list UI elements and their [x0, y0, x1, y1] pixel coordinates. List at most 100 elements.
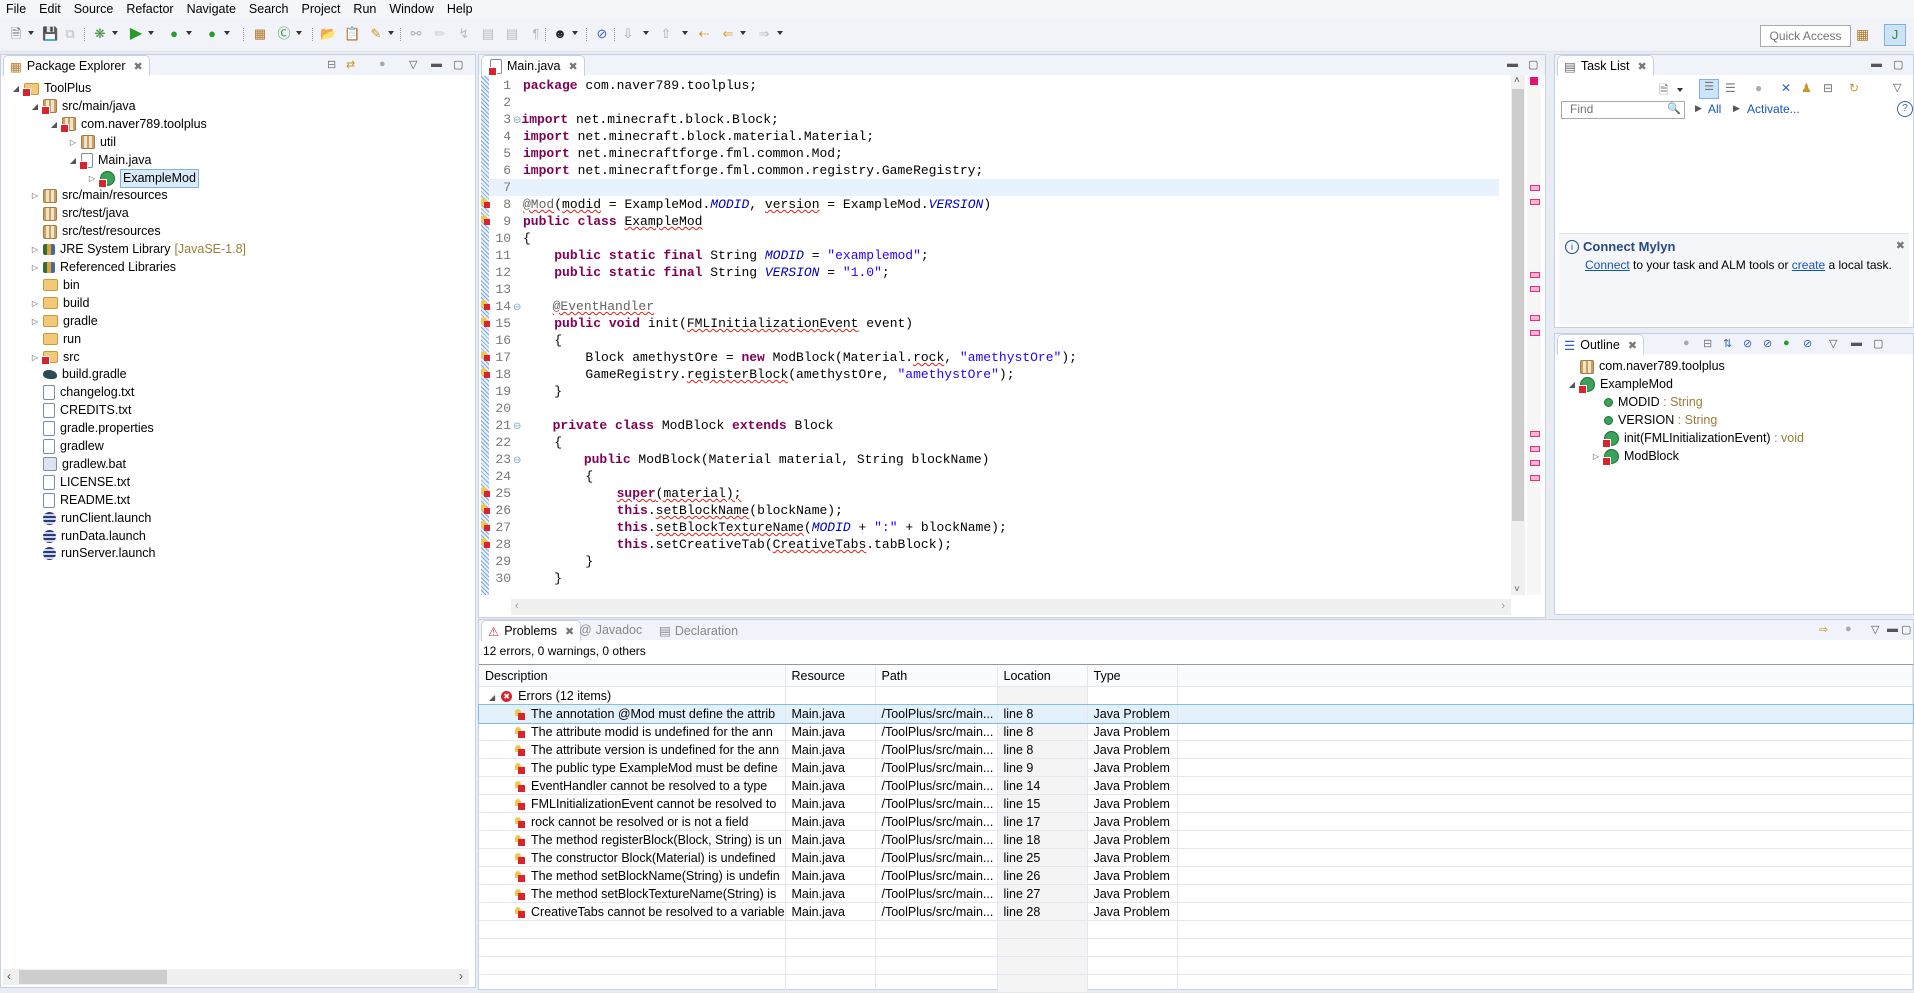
outline-item[interactable]: init(FMLInitializationEvent) : void — [1591, 430, 1804, 448]
problem-row[interactable]: CreativeTabs cannot be resolved to a var… — [479, 902, 1913, 921]
problem-row[interactable]: The annotation @Mod must define the attr… — [478, 703, 1914, 724]
horizontal-scrollbar[interactable]: ‹ › — [511, 599, 1511, 615]
overview-error-marker[interactable] — [1530, 330, 1540, 336]
error-summary-icon[interactable] — [1530, 77, 1538, 85]
tab-declaration[interactable]: ▤ Declaration — [659, 623, 738, 638]
all-link[interactable]: All — [1708, 102, 1721, 116]
menu-edit[interactable]: Edit — [33, 2, 68, 16]
tree-item[interactable]: ▷ JRE System Library [JavaSE-1.8] — [30, 241, 246, 258]
find-field[interactable]: 🔍 — [1561, 101, 1685, 119]
menu-window[interactable]: Window — [383, 2, 440, 16]
tree-item[interactable]: run — [30, 331, 81, 348]
synchronize-icon[interactable]: ↻ — [1849, 81, 1859, 95]
error-marker-icon[interactable] — [481, 368, 490, 379]
toggle-breadcrumb-icon[interactable]: ⚯ — [408, 26, 424, 42]
categorized-icon[interactable]: ☰ — [1699, 79, 1719, 99]
error-marker-icon[interactable] — [481, 215, 490, 226]
coverage-dropdown[interactable] — [186, 31, 192, 35]
tree-item[interactable]: src/test/resources — [30, 223, 161, 240]
outline-item[interactable]: ◢ ExampleMod — [1567, 376, 1673, 394]
tree-item[interactable]: runServer.launch — [30, 545, 156, 562]
search-icon[interactable]: ✎ — [368, 26, 384, 42]
tree-item[interactable]: ▷ src/main/resources — [30, 187, 168, 204]
focus-icon[interactable]: ● — [1755, 81, 1762, 95]
code-line[interactable]: 21 ⊖ private class ModBlock extends Block — [489, 417, 1499, 434]
tree-item[interactable]: changelog.txt — [30, 384, 134, 401]
tree-item[interactable]: ▷ gradle — [30, 313, 98, 330]
outline-item[interactable]: MODID : String — [1591, 394, 1703, 411]
save-icon[interactable]: 💾 — [42, 26, 58, 42]
minimize-icon[interactable]: ▬ — [1871, 58, 1882, 70]
external-tools-icon[interactable]: ● — [204, 26, 220, 42]
minimize-icon[interactable]: ▬ — [431, 58, 442, 70]
column-header-type[interactable]: Type — [1087, 665, 1178, 687]
tab-package-explorer[interactable]: ▦ Package Explorer ✖ — [3, 55, 150, 76]
view-menu-icon[interactable]: ▽ — [409, 58, 417, 71]
code-line[interactable]: 25 super(material); — [481, 485, 1499, 502]
new-package-icon[interactable]: ▦ — [252, 26, 268, 42]
error-group-row[interactable]: ◢ ✖ Errors (12 items) — [479, 686, 1913, 705]
hide-local-types-icon[interactable]: ⊘ — [1803, 337, 1812, 350]
show-my-tasks-icon[interactable]: ♟ — [1801, 81, 1812, 95]
quick-access-input[interactable] — [1760, 25, 1851, 47]
new-task-dropdown[interactable] — [1677, 88, 1683, 92]
menu-file[interactable]: File — [0, 2, 33, 16]
code-line[interactable]: 5 import net.minecraftforge.fml.common.Mo… — [489, 145, 1499, 162]
expand-arrow-icon[interactable]: ▷ — [87, 170, 97, 187]
expand-arrow-icon[interactable]: ▷ — [30, 187, 40, 204]
menu-navigate[interactable]: Navigate — [181, 2, 243, 16]
code-line[interactable]: 30 } — [489, 570, 1499, 587]
next-annotation-icon[interactable]: ⇩ — [620, 26, 636, 42]
toggle-block-icon[interactable]: ↯ — [456, 26, 472, 42]
scroll-thumb[interactable] — [19, 970, 167, 984]
tree-item[interactable]: gradlew.bat — [30, 456, 126, 473]
overview-error-marker[interactable] — [1530, 315, 1540, 321]
code-line[interactable]: 17 Block amethystOre = new ModBlock(Mate… — [481, 349, 1499, 366]
error-marker-icon[interactable] — [481, 521, 490, 532]
scroll-up-icon[interactable]: ˄ — [1514, 75, 1520, 86]
code-line[interactable]: 28 this.setCreativeTab(CreativeTabs.tabB… — [481, 536, 1499, 553]
tree-item[interactable]: gradle.properties — [30, 420, 154, 437]
skip-breakpoints-icon[interactable]: ⊘ — [594, 26, 610, 42]
outline-item[interactable]: ▷ ModBlock — [1591, 448, 1679, 466]
error-marker-icon[interactable] — [481, 300, 490, 311]
maximize-icon[interactable]: ▢ — [1528, 58, 1538, 71]
avatar-icon[interactable]: ☻ — [552, 26, 568, 42]
sort-icon[interactable]: ⇅ — [1723, 337, 1732, 350]
close-icon[interactable]: ✖ — [1628, 339, 1637, 352]
prev-annotation-icon[interactable]: ⇧ — [658, 26, 674, 42]
maximize-icon[interactable]: ▢ — [1893, 58, 1903, 71]
code-line[interactable]: 10 { — [489, 230, 1499, 247]
focus-icon[interactable]: ● — [379, 58, 386, 70]
menu-help[interactable]: Help — [441, 2, 480, 16]
column-header-description[interactable]: Description — [479, 665, 786, 687]
column-header-location[interactable]: Location — [997, 665, 1088, 687]
close-icon[interactable]: ✖ — [133, 60, 142, 73]
tree-item[interactable]: ▷ src — [30, 349, 80, 366]
code-line[interactable]: 18 GameRegistry.registerBlock(amethystOr… — [481, 366, 1499, 383]
overview-error-marker[interactable] — [1530, 460, 1540, 466]
search-dropdown[interactable] — [388, 31, 394, 35]
code-line[interactable]: 24 { — [489, 468, 1499, 485]
code-line[interactable]: 13 — [489, 281, 1499, 298]
code-line[interactable]: 9 public class ExampleMod — [481, 213, 1499, 230]
help-icon[interactable]: ? — [1897, 101, 1913, 117]
maximize-icon[interactable]: ▢ — [1901, 623, 1911, 636]
back-icon[interactable]: ⇐ — [720, 26, 736, 42]
new-dropdown[interactable] — [28, 31, 34, 35]
collapse-all-icon[interactable]: ⊟ — [1823, 81, 1833, 95]
expand-arrow-icon[interactable]: ▷ — [30, 241, 40, 258]
problem-row[interactable]: The attribute version is undefined for t… — [479, 740, 1913, 759]
collapse-arrow-icon[interactable]: ◢ — [1567, 376, 1577, 393]
code-line[interactable]: 14 ⊖ @EventHandler — [481, 298, 1499, 315]
create-link[interactable]: create — [1792, 258, 1825, 272]
tab-problems[interactable]: ⚠ Problems ✖ — [481, 620, 582, 641]
tree-item[interactable]: runClient.launch — [30, 510, 151, 527]
view-menu-icon[interactable]: ▽ — [1871, 623, 1879, 636]
vertical-scrollbar[interactable]: ˄ ˅ — [1511, 75, 1525, 595]
code-line[interactable]: 20 — [489, 400, 1499, 417]
error-marker-icon[interactable] — [481, 538, 490, 549]
collapse-arrow-icon[interactable]: ◢ — [489, 693, 495, 702]
expand-arrow-icon[interactable]: ▷ — [30, 349, 40, 366]
minimize-icon[interactable]: ▬ — [1507, 58, 1518, 70]
